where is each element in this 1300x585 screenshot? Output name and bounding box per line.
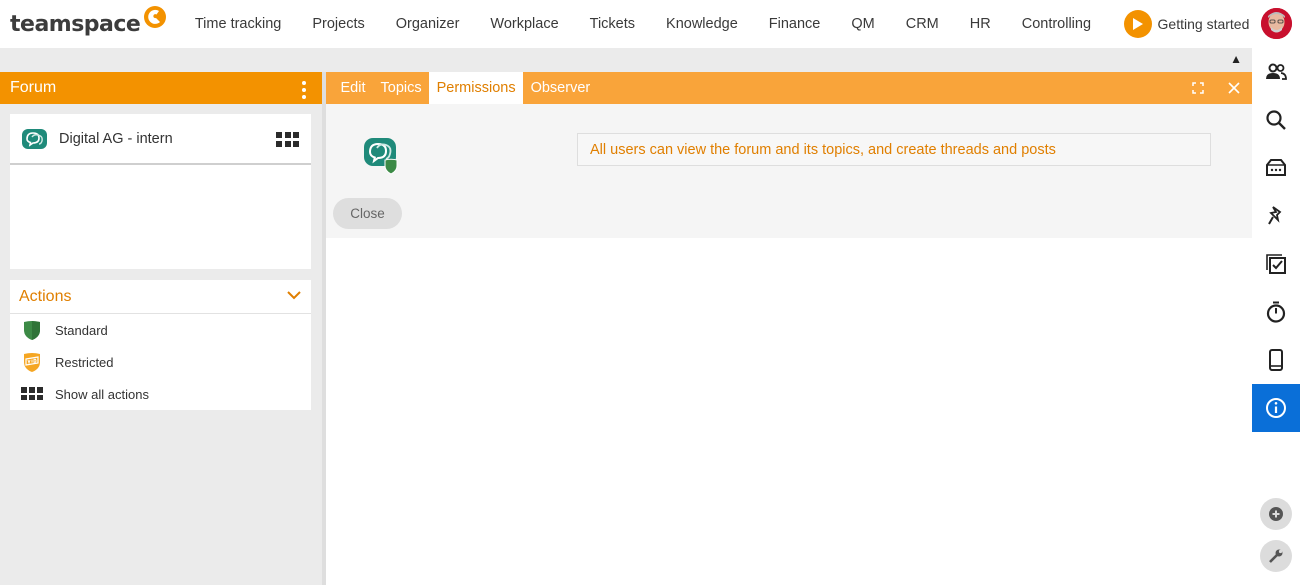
mobile-icon[interactable] xyxy=(1252,336,1300,384)
teamspace-logo[interactable]: teamspace xyxy=(10,0,167,48)
actions-header[interactable]: Actions xyxy=(10,280,311,314)
collapse-up-icon[interactable]: ▲ xyxy=(1230,52,1242,66)
permission-text: All users can view the forum and its top… xyxy=(590,141,1056,158)
getting-started-button[interactable]: Getting started xyxy=(1123,10,1250,38)
tab-observer[interactable]: Observer xyxy=(523,72,598,104)
forum-panel-title: Forum xyxy=(10,79,57,96)
chevron-down-icon[interactable] xyxy=(287,291,301,300)
more-options-icon[interactable] xyxy=(302,81,306,99)
vip-shield-icon xyxy=(21,351,43,373)
logo-text: teamspace xyxy=(10,11,141,37)
nav-item-time-tracking[interactable]: Time tracking xyxy=(179,16,296,32)
tab-permissions[interactable]: Permissions xyxy=(429,72,524,104)
user-avatar[interactable] xyxy=(1261,8,1292,39)
maximize-icon[interactable] xyxy=(1180,72,1216,104)
nav-item-knowledge[interactable]: Knowledge xyxy=(651,16,754,32)
action-label: Show all actions xyxy=(55,386,149,402)
nav-item-hr[interactable]: HR xyxy=(954,16,1006,32)
forum-card: Digital AG - intern xyxy=(10,114,311,269)
action-show-all[interactable]: Show all actions xyxy=(10,378,311,410)
tasks-icon[interactable] xyxy=(1252,240,1300,288)
pin-icon[interactable] xyxy=(1252,192,1300,240)
right-sidebar xyxy=(1252,0,1300,585)
add-icon[interactable] xyxy=(1260,498,1292,530)
users-icon[interactable] xyxy=(1252,48,1300,96)
nav-item-organizer[interactable]: Organizer xyxy=(380,16,475,32)
nav-item-qm[interactable]: QM xyxy=(836,16,890,32)
forum-panel-header: Forum xyxy=(0,72,322,104)
action-label: Standard xyxy=(55,322,108,338)
nav-item-projects[interactable]: Projects xyxy=(297,16,380,32)
forum-permission-icon xyxy=(364,138,398,175)
forum-card-header[interactable]: Digital AG - intern xyxy=(10,114,311,165)
panel-controls xyxy=(1180,72,1252,104)
forum-panel: Forum Digital AG - intern Actions Standa… xyxy=(0,72,322,585)
forum-name: Digital AG - intern xyxy=(59,130,173,147)
nav-item-finance[interactable]: Finance xyxy=(753,16,836,32)
action-label: Restricted xyxy=(55,354,114,370)
forum-icon xyxy=(22,128,47,149)
nav-item-controlling[interactable]: Controlling xyxy=(1006,16,1106,32)
permissions-content: All users can view the forum and its top… xyxy=(326,104,1252,238)
info-icon[interactable] xyxy=(1252,384,1300,432)
search-icon[interactable] xyxy=(1252,96,1300,144)
grid-icon xyxy=(21,383,43,405)
permission-summary: All users can view the forum and its top… xyxy=(577,133,1211,166)
action-restricted[interactable]: Restricted xyxy=(10,346,311,378)
wrench-icon[interactable] xyxy=(1260,540,1292,572)
main-nav: Time tracking Projects Organizer Workpla… xyxy=(179,0,1106,48)
actions-card: Actions Standard Restricted Show all act… xyxy=(10,280,311,410)
logo-mark-icon xyxy=(144,6,167,28)
action-standard[interactable]: Standard xyxy=(10,314,311,346)
actions-title: Actions xyxy=(19,287,72,305)
nav-item-crm[interactable]: CRM xyxy=(890,16,954,32)
nav-item-tickets[interactable]: Tickets xyxy=(574,16,650,32)
top-navigation-bar: teamspace Time tracking Projects Organiz… xyxy=(0,0,1252,48)
grid-menu-icon[interactable] xyxy=(276,132,299,147)
timer-icon[interactable] xyxy=(1252,288,1300,336)
green-shield-icon xyxy=(21,319,43,341)
nav-item-workplace[interactable]: Workplace xyxy=(475,16,574,32)
close-button[interactable]: Close xyxy=(333,198,402,229)
close-icon[interactable] xyxy=(1216,72,1252,104)
forum-detail-panel: Edit Topics Permissions Observer All use… xyxy=(326,72,1252,585)
tab-edit[interactable]: Edit xyxy=(333,72,373,104)
detail-tabs: Edit Topics Permissions Observer xyxy=(326,72,1252,104)
getting-started-label: Getting started xyxy=(1157,16,1250,32)
inbox-icon[interactable] xyxy=(1252,144,1300,192)
collapse-strip: ▲ xyxy=(0,48,1252,72)
play-icon xyxy=(1123,10,1152,38)
tab-topics[interactable]: Topics xyxy=(373,72,429,104)
